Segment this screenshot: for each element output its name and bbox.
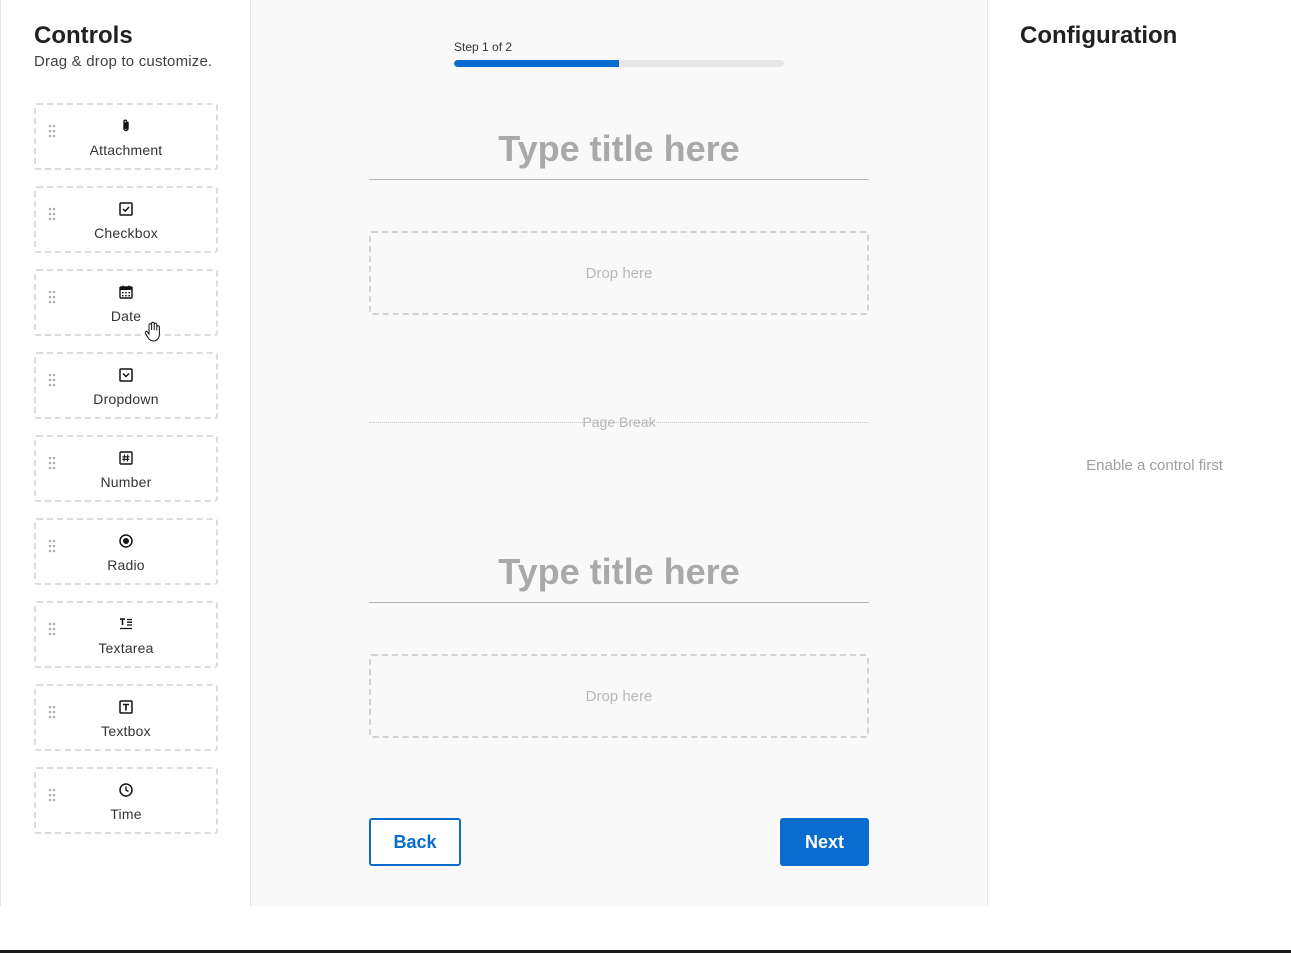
control-textbox[interactable]: Textbox	[34, 684, 218, 751]
section-title-input[interactable]: Type title here	[369, 122, 869, 180]
drag-handle-icon[interactable]	[48, 290, 56, 304]
dropdown-icon	[119, 368, 133, 382]
step-progress: Step 1 of 2	[454, 40, 784, 67]
page-break-label: Page Break	[582, 414, 656, 430]
drag-handle-icon[interactable]	[48, 539, 56, 553]
drag-handle-icon[interactable]	[48, 373, 56, 387]
drop-zone-label: Drop here	[585, 264, 653, 282]
step-label: Step 1 of 2	[454, 40, 513, 54]
drop-zone[interactable]: Drop here	[369, 231, 869, 315]
configuration-title: Configuration	[1020, 22, 1178, 49]
controls-list: Attachment Checkbox Date Dropdown Number…	[34, 103, 250, 834]
controls-title: Controls	[34, 22, 133, 49]
control-label: Textarea	[98, 640, 154, 656]
control-label: Textbox	[101, 723, 151, 739]
back-button[interactable]: Back	[369, 818, 461, 866]
control-label: Number	[100, 474, 152, 490]
drag-handle-icon[interactable]	[48, 124, 56, 138]
textbox-icon	[119, 700, 133, 714]
form-canvas: Step 1 of 2 Type title here Drop here Pa…	[251, 0, 987, 906]
configuration-empty-message: Enable a control first	[1086, 457, 1223, 474]
control-date[interactable]: Date	[34, 269, 218, 336]
page-break: Page Break	[369, 414, 869, 430]
clock-icon	[119, 783, 133, 797]
drag-handle-icon[interactable]	[48, 705, 56, 719]
control-label: Attachment	[89, 142, 163, 158]
grab-hand-cursor-icon	[144, 321, 160, 342]
drag-handle-icon[interactable]	[48, 456, 56, 470]
checkbox-icon	[119, 202, 133, 216]
drag-handle-icon[interactable]	[48, 622, 56, 636]
control-label: Radio	[107, 557, 145, 573]
drag-handle-icon[interactable]	[48, 788, 56, 802]
calendar-icon	[119, 285, 133, 299]
control-textarea[interactable]: Textarea	[34, 601, 218, 668]
control-dropdown[interactable]: Dropdown	[34, 352, 218, 419]
control-label: Date	[110, 308, 142, 324]
controls-sidebar: Controls Drag & drop to customize. Attac…	[0, 0, 251, 906]
control-label: Time	[110, 806, 142, 822]
control-checkbox[interactable]: Checkbox	[34, 186, 218, 253]
next-button[interactable]: Next	[780, 818, 869, 866]
form-builder-app: Controls Drag & drop to customize. Attac…	[0, 0, 1291, 906]
controls-subtitle: Drag & drop to customize.	[34, 53, 213, 70]
section-title-input[interactable]: Type title here	[369, 545, 869, 603]
configuration-panel: Configuration Enable a control first	[987, 0, 1291, 906]
control-time[interactable]: Time	[34, 767, 218, 834]
control-label: Checkbox	[94, 225, 158, 241]
hash-icon	[119, 451, 133, 465]
drop-zone[interactable]: Drop here	[369, 654, 869, 738]
drag-handle-icon[interactable]	[48, 207, 56, 221]
control-radio[interactable]: Radio	[34, 518, 218, 585]
progress-track	[454, 60, 784, 67]
paperclip-icon	[123, 119, 129, 132]
control-number[interactable]: Number	[34, 435, 218, 502]
progress-fill	[454, 60, 619, 67]
control-label: Dropdown	[93, 391, 159, 407]
radio-icon	[119, 534, 133, 548]
control-attachment[interactable]: Attachment	[34, 103, 218, 170]
textarea-icon	[120, 618, 132, 630]
drop-zone-label: Drop here	[585, 687, 653, 705]
